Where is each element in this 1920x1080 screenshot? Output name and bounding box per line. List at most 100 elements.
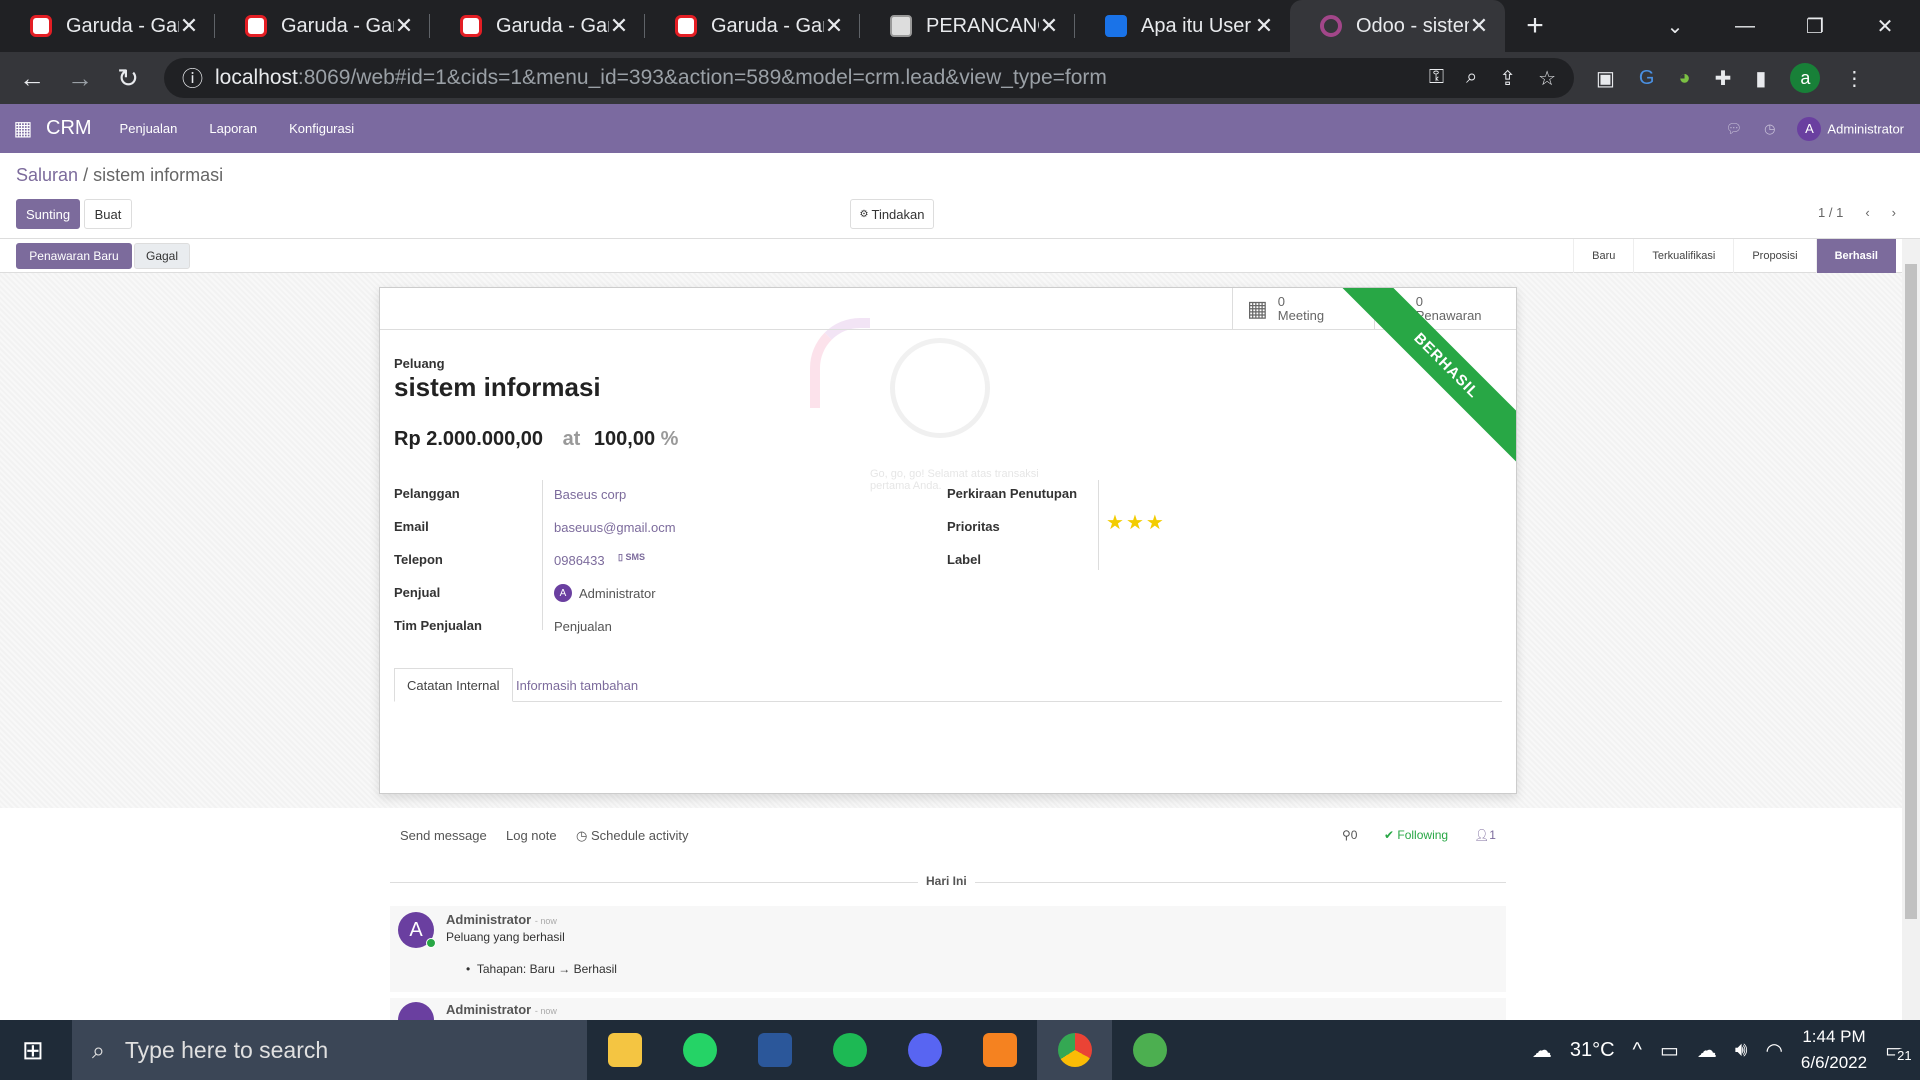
browser-tab[interactable]: Garuda - Garba✕: [645, 0, 860, 52]
windows-start-icon[interactable]: ⊞: [22, 1035, 44, 1066]
close-tab-icon[interactable]: ✕: [1469, 13, 1489, 39]
onedrive-icon[interactable]: ☁: [1697, 1038, 1717, 1063]
edit-button[interactable]: Sunting: [16, 199, 80, 229]
stage-terkualifikasi[interactable]: Terkualifikasi: [1633, 239, 1733, 273]
pager-value[interactable]: 1 / 1: [1818, 205, 1843, 220]
apps-grid-icon[interactable]: ▦: [0, 116, 46, 141]
extensions-puzzle-icon[interactable]: ✚: [1715, 66, 1732, 91]
breadcrumb-link[interactable]: Saluran: [16, 165, 78, 185]
log-note-button[interactable]: Log note: [506, 828, 557, 843]
sms-button[interactable]: ▯ SMS: [618, 552, 645, 563]
spotify-icon[interactable]: [812, 1020, 887, 1080]
menu-konfigurasi[interactable]: Konfigurasi: [289, 121, 354, 136]
pdf-icon[interactable]: [962, 1020, 1037, 1080]
word-icon[interactable]: [737, 1020, 812, 1080]
discuss-chat-icon[interactable]: 💬︎: [1726, 121, 1743, 137]
reload-icon[interactable]: ↻: [104, 63, 152, 94]
menu-penjualan[interactable]: Penjualan: [120, 121, 178, 136]
browser-tab[interactable]: Garuda - Garba✕: [215, 0, 430, 52]
tray-chevron-icon[interactable]: ^: [1633, 1039, 1642, 1062]
new-tab-button[interactable]: +: [1505, 0, 1565, 52]
avatar: A: [554, 584, 572, 602]
star-icon[interactable]: ★: [1106, 512, 1126, 534]
close-tab-icon[interactable]: ✕: [609, 13, 629, 39]
close-tab-icon[interactable]: ✕: [1039, 13, 1059, 39]
minimize-button[interactable]: —: [1710, 15, 1780, 38]
chrome-menu-icon[interactable]: ⋮: [1844, 66, 1864, 91]
stage-baru[interactable]: Baru: [1573, 239, 1633, 273]
weather-cloud-icon[interactable]: ☁: [1532, 1038, 1552, 1063]
media-icon[interactable]: ▣: [1596, 66, 1615, 91]
stage-proposisi[interactable]: Proposisi: [1733, 239, 1815, 273]
star-icon[interactable]: ★: [1146, 512, 1166, 534]
scrollbar-thumb[interactable]: [1905, 264, 1917, 919]
share-icon[interactable]: ⇪: [1499, 66, 1516, 91]
tab-internal-notes[interactable]: Catatan Internal: [394, 668, 513, 702]
pager-prev-icon[interactable]: ‹: [1865, 205, 1869, 220]
volume-icon[interactable]: 🔊︎: [1735, 1039, 1748, 1062]
phone-link[interactable]: 0986433: [554, 553, 605, 568]
clock[interactable]: 1:44 PM 6/6/2022: [1801, 1024, 1867, 1076]
browser-tab[interactable]: Garuda - Garba✕: [430, 0, 645, 52]
forward-icon[interactable]: →: [56, 63, 104, 94]
chrome-icon[interactable]: [1037, 1020, 1112, 1080]
lost-button[interactable]: Gagal: [134, 243, 190, 269]
browser-tab[interactable]: Garuda - Garba✕: [0, 0, 215, 52]
whatsapp-icon[interactable]: [662, 1020, 737, 1080]
back-icon[interactable]: ←: [8, 63, 56, 94]
browser-tab[interactable]: PERANCANGA✕: [860, 0, 1075, 52]
field-label-tags: Label: [947, 552, 981, 567]
taskbar-search[interactable]: ⌕ Type here to search: [72, 1020, 587, 1080]
globe-app-icon[interactable]: [1112, 1020, 1187, 1080]
tab-search-icon[interactable]: ⌄: [1640, 14, 1710, 39]
activity-clock-icon[interactable]: ◷: [1764, 121, 1775, 137]
create-button[interactable]: Buat: [84, 199, 132, 229]
site-info-icon[interactable]: ⓘ: [182, 63, 203, 93]
action-button[interactable]: ⚙ Tindakan: [850, 199, 934, 229]
zoom-icon[interactable]: ⌕: [1466, 66, 1477, 91]
stage-berhasil[interactable]: Berhasil: [1815, 239, 1896, 273]
battery-icon[interactable]: ▭: [1660, 1038, 1679, 1063]
notification-center[interactable]: ▭ 21: [1885, 1038, 1914, 1063]
send-message-button[interactable]: Send message: [400, 828, 487, 843]
close-tab-icon[interactable]: ✕: [1254, 13, 1274, 39]
sales-team-value[interactable]: Penjualan: [554, 619, 612, 634]
attachments-button[interactable]: ⚲0: [1342, 828, 1357, 842]
address-bar[interactable]: ⓘ localhost:8069/web#id=1&cids=1&menu_id…: [164, 58, 1574, 98]
message-author[interactable]: Administrator: [446, 912, 531, 927]
salesperson-field[interactable]: A Administrator: [554, 584, 656, 602]
following-button[interactable]: ✔ Following: [1384, 828, 1448, 842]
star-icon[interactable]: ★: [1126, 512, 1146, 534]
email-link[interactable]: baseuus@gmail.ocm: [554, 520, 676, 535]
schedule-activity-button[interactable]: ◷ Schedule activity: [576, 828, 689, 844]
restore-button[interactable]: ❐: [1780, 14, 1850, 39]
followers-button[interactable]: 👤︎1: [1474, 828, 1496, 842]
bookmark-star-icon[interactable]: ☆: [1538, 66, 1556, 91]
menu-laporan[interactable]: Laporan: [209, 121, 257, 136]
customer-link[interactable]: Baseus corp: [554, 487, 626, 502]
key-icon[interactable]: ⚿: [1429, 66, 1444, 91]
translate-icon[interactable]: G: [1639, 67, 1655, 90]
new-quotation-button[interactable]: Penawaran Baru: [16, 243, 132, 269]
close-tab-icon[interactable]: ✕: [179, 13, 199, 39]
pager-next-icon[interactable]: ›: [1892, 205, 1896, 220]
close-window-button[interactable]: ✕: [1850, 14, 1920, 39]
file-explorer-icon[interactable]: [587, 1020, 662, 1080]
app-brand[interactable]: CRM: [46, 117, 92, 140]
close-tab-icon[interactable]: ✕: [824, 13, 844, 39]
message-author[interactable]: Administrator: [446, 1002, 531, 1017]
close-tab-icon[interactable]: ✕: [394, 13, 414, 39]
extension-globe-icon[interactable]: ◕: [1678, 67, 1690, 90]
message-body: Peluang yang berhasil: [446, 930, 565, 944]
profile-avatar[interactable]: a: [1790, 63, 1821, 93]
browser-tab-active[interactable]: Odoo - sistem ✕: [1290, 0, 1505, 52]
priority-stars[interactable]: ★★★: [1106, 510, 1166, 535]
temperature[interactable]: 31°C: [1570, 1039, 1615, 1062]
tab-extra-info[interactable]: Informasih tambahan: [504, 668, 650, 702]
user-menu[interactable]: A Administrator: [1797, 116, 1904, 141]
discord-icon[interactable]: [887, 1020, 962, 1080]
browser-tab[interactable]: Apa itu User In✕: [1075, 0, 1290, 52]
avatar[interactable]: [398, 1002, 434, 1020]
side-panel-icon[interactable]: ▮: [1755, 66, 1766, 91]
wifi-icon[interactable]: ◠: [1765, 1038, 1782, 1063]
